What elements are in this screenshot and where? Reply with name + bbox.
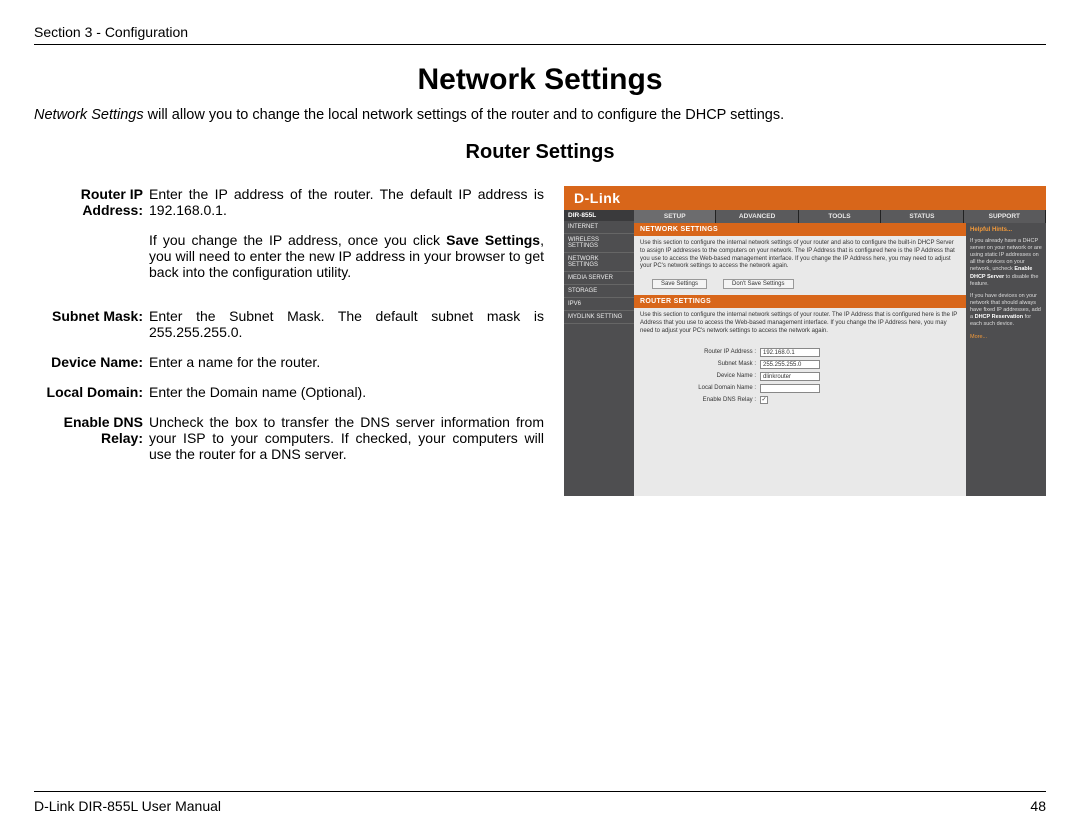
hints-title: Helpful Hints... bbox=[970, 227, 1042, 235]
field-label: Subnet Mask : bbox=[640, 361, 760, 367]
tab-support[interactable]: SUPPORT bbox=[964, 210, 1046, 223]
hint-text: If you already have a DHCP server on you… bbox=[970, 238, 1042, 288]
def-local-domain: Local Domain: Enter the Domain name (Opt… bbox=[34, 384, 544, 400]
helpful-hints: Helpful Hints... If you already have a D… bbox=[966, 223, 1046, 496]
nav-item[interactable]: NETWORK SETTINGS bbox=[564, 253, 634, 272]
subnet-mask-input[interactable]: 255.255.255.0 bbox=[760, 360, 820, 369]
footer-page-number: 48 bbox=[1030, 798, 1046, 814]
def-body-text: Uncheck the box to transfer the DNS serv… bbox=[149, 414, 544, 462]
top-tabs: SETUP ADVANCED TOOLS STATUS SUPPORT bbox=[634, 210, 1046, 223]
side-nav: INTERNET WIRELESS SETTINGS NETWORK SETTI… bbox=[564, 221, 634, 324]
intro-text: Network Settings will allow you to chang… bbox=[34, 107, 1046, 123]
nav-item[interactable]: IPV6 bbox=[564, 298, 634, 311]
def-subnet: Subnet Mask: Enter the Subnet Mask. The … bbox=[34, 308, 544, 340]
section-description: Use this section to configure the intern… bbox=[634, 308, 966, 341]
def-body-text: Enter the Subnet Mask. The default subne… bbox=[149, 308, 544, 340]
nav-item[interactable]: MYDLINK SETTING bbox=[564, 311, 634, 324]
hints-more-link[interactable]: More... bbox=[970, 334, 1042, 341]
field-label: Router IP Address : bbox=[640, 349, 760, 355]
brand-bar: D-Link bbox=[564, 186, 1046, 210]
field-label: Device Name : bbox=[640, 373, 760, 379]
section-header: Section 3 - Configuration bbox=[34, 24, 1046, 45]
def-label: Enable DNS Relay: bbox=[34, 414, 149, 462]
tab-tools[interactable]: TOOLS bbox=[799, 210, 881, 223]
section-heading: NETWORK SETTINGS bbox=[634, 223, 966, 236]
def-body-text: Enter a name for the router. bbox=[149, 354, 544, 370]
def-body-text: Enter the Domain name (Optional). bbox=[149, 384, 544, 400]
definitions-list: Router IP Address: Enter the IP address … bbox=[34, 186, 544, 496]
router-ip-input[interactable]: 192.168.0.1 bbox=[760, 348, 820, 357]
def-label: Router IP Address: bbox=[34, 186, 149, 294]
hint-text: If you have devices on your network that… bbox=[970, 293, 1042, 329]
device-name-input[interactable]: dlinkrouter bbox=[760, 372, 820, 381]
section-description: Use this section to configure the intern… bbox=[634, 236, 966, 277]
dlink-logo: D-Link bbox=[574, 190, 621, 206]
def-device-name: Device Name: Enter a name for the router… bbox=[34, 354, 544, 370]
router-screenshot: D-Link DIR-855L INTERNET WIRELESS SETTIN… bbox=[564, 186, 1046, 496]
tab-setup[interactable]: SETUP bbox=[634, 210, 716, 223]
page-title: Network Settings bbox=[34, 63, 1046, 97]
def-label: Device Name: bbox=[34, 354, 149, 370]
save-settings-button[interactable]: Save Settings bbox=[652, 279, 707, 289]
local-domain-input[interactable] bbox=[760, 384, 820, 393]
section-heading: ROUTER SETTINGS bbox=[634, 295, 966, 308]
tab-advanced[interactable]: ADVANCED bbox=[716, 210, 798, 223]
nav-item[interactable]: MEDIA SERVER bbox=[564, 272, 634, 285]
intro-emphasis: Network Settings bbox=[34, 107, 144, 123]
footer-manual-title: D-Link DIR-855L User Manual bbox=[34, 798, 221, 814]
dns-relay-checkbox[interactable]: ✓ bbox=[760, 396, 768, 404]
def-body-text: Enter the IP address of the router. The … bbox=[149, 186, 544, 218]
field-label: Local Domain Name : bbox=[640, 385, 760, 391]
dont-save-button[interactable]: Don't Save Settings bbox=[723, 279, 794, 289]
def-dns-relay: Enable DNS Relay: Uncheck the box to tra… bbox=[34, 414, 544, 462]
def-label: Local Domain: bbox=[34, 384, 149, 400]
tab-status[interactable]: STATUS bbox=[881, 210, 963, 223]
field-label: Enable DNS Relay : bbox=[640, 397, 760, 403]
intro-rest: will allow you to change the local netwo… bbox=[144, 107, 785, 123]
nav-item[interactable]: STORAGE bbox=[564, 285, 634, 298]
model-label: DIR-855L bbox=[564, 210, 634, 221]
nav-item[interactable]: INTERNET bbox=[564, 221, 634, 234]
def-body-text: If you change the IP address, once you c… bbox=[149, 232, 544, 280]
subtitle: Router Settings bbox=[34, 141, 1046, 164]
nav-item[interactable]: WIRELESS SETTINGS bbox=[564, 234, 634, 253]
def-label: Subnet Mask: bbox=[34, 308, 149, 340]
def-router-ip: Router IP Address: Enter the IP address … bbox=[34, 186, 544, 294]
